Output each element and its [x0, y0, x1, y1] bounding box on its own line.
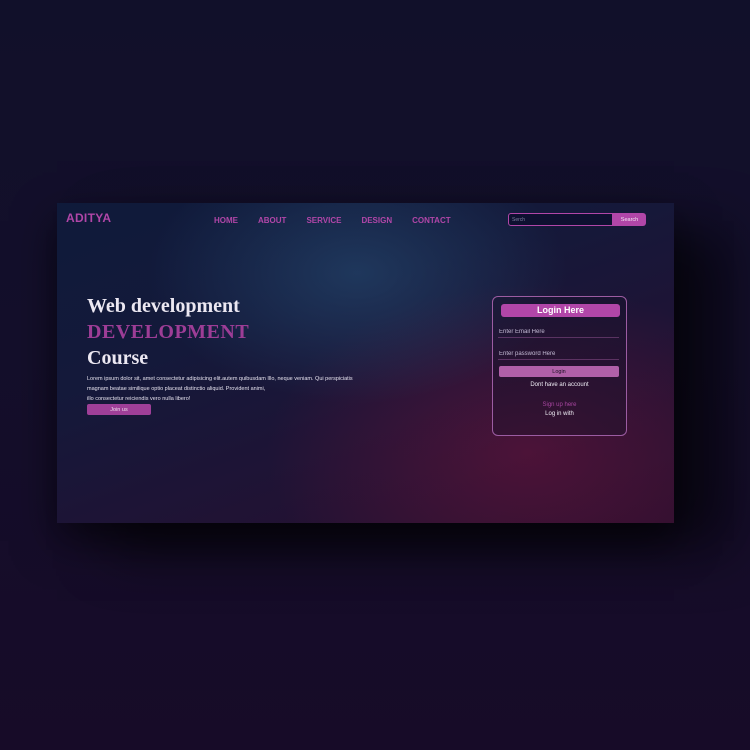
- nav-about-link[interactable]: ABOUT: [258, 216, 286, 225]
- nav-service-link[interactable]: SERVICE: [306, 216, 341, 225]
- nav-home-link[interactable]: HOME: [214, 216, 238, 225]
- login-button[interactable]: Login: [499, 366, 619, 377]
- login-card: Login Here Login Dont have an account Si…: [492, 296, 627, 436]
- login-title: Login Here: [501, 304, 620, 317]
- hero-section: Web development DEVELOPMENT Course Lorem…: [87, 293, 427, 415]
- hero-heading-line-2: DEVELOPMENT: [87, 321, 250, 343]
- nav-design-link[interactable]: DESIGN: [361, 216, 392, 225]
- search-bar: Search: [508, 213, 646, 226]
- site-logo[interactable]: ADITYA: [66, 211, 111, 225]
- hero-paragraph-line: illo consectetur reiciendis vero nulla l…: [87, 396, 191, 402]
- login-with-text: Log in with: [545, 411, 574, 417]
- signup-link[interactable]: Sign up here: [493, 402, 626, 408]
- hero-paragraph-line: magnam beatae similique optio placeat di…: [87, 386, 266, 392]
- search-input[interactable]: [508, 213, 613, 226]
- join-us-button[interactable]: Join us: [87, 404, 151, 415]
- password-field[interactable]: [498, 348, 619, 360]
- main-nav: HOME ABOUT SERVICE DESIGN CONTACT: [214, 216, 471, 225]
- search-button[interactable]: Search: [613, 213, 646, 226]
- no-account-text: Dont have an account: [530, 382, 589, 388]
- hero-paragraph: Lorem ipsum dolor sit, amet consectetur …: [87, 374, 427, 404]
- hero-paragraph-line: Lorem ipsum dolor sit, amet consectetur …: [87, 376, 353, 382]
- nav-contact-link[interactable]: CONTACT: [412, 216, 451, 225]
- hero-heading-line-1: Web development: [87, 295, 240, 317]
- website-screenshot: ADITYA HOME ABOUT SERVICE DESIGN CONTACT…: [57, 203, 674, 523]
- hero-heading-line-3: Course: [87, 347, 149, 369]
- email-field[interactable]: [498, 326, 619, 338]
